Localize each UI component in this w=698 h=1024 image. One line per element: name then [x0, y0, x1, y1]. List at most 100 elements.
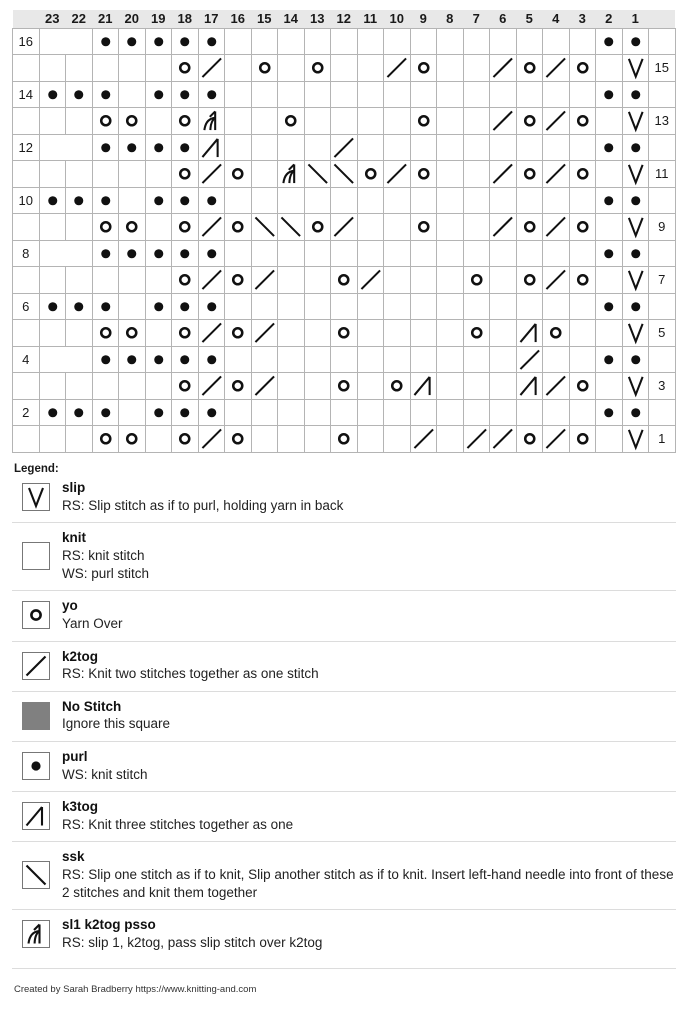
stitch-cell-yo-c13 — [303, 54, 331, 82]
stitch-cell-purl-c2 — [595, 80, 623, 108]
stitch-cell-purl-c2 — [595, 133, 623, 161]
stitch-cell-knit-c4 — [542, 292, 570, 320]
stitch-cell-purl-c23 — [38, 186, 66, 214]
legend-item-desc: RS: Knit two stitches together as one st… — [62, 666, 319, 682]
row-number-left — [12, 319, 40, 347]
stitch-cell-knit-c14 — [277, 27, 305, 55]
stitch-cell-knit-c7 — [462, 239, 490, 267]
row-number-right: 15 — [648, 54, 676, 82]
row-number-right: 1 — [648, 425, 676, 453]
stitch-cell-yo-c3 — [568, 213, 596, 241]
stitch-cell-yo-c3 — [568, 425, 596, 453]
stitch-cell-knit-c15 — [250, 239, 278, 267]
stitch-cell-knit-c14 — [277, 239, 305, 267]
stitch-cell-knit-c8 — [436, 213, 464, 241]
stitch-cell-yo-c5 — [515, 160, 543, 188]
chart-row: 11 — [12, 160, 676, 188]
row-number-right — [648, 80, 676, 108]
legend-item-name: knit — [62, 530, 87, 546]
stitch-cell-purl-c1 — [621, 345, 649, 373]
stitch-cell-knit-c11 — [356, 239, 384, 267]
chart-row: 8 Cast off 2 — [12, 239, 676, 267]
stitch-cell-purl-c18 — [171, 345, 199, 373]
stitch-cell-knit-c11 — [356, 27, 384, 55]
stitch-cell-knit-c16 — [224, 292, 252, 320]
stitch-cell-k2tog-c17 — [197, 213, 225, 241]
stitch-cell-purl-c21 — [91, 292, 119, 320]
stitch-cell-knit-c21 — [91, 160, 119, 188]
stitch-cell-slip-c1 — [621, 266, 649, 294]
stitch-cell-knit-c13 — [303, 425, 331, 453]
stitch-cell-k2tog-c17 — [197, 372, 225, 400]
stitch-cell-knit-c8 — [436, 160, 464, 188]
stitch-cell-knit-c15 — [250, 80, 278, 108]
cast-off-cell: Cast off 2 — [38, 133, 93, 161]
legend-item-name: No Stitch — [62, 698, 122, 714]
column-header-4: 4 — [542, 10, 569, 28]
stitch-cell-knit-c19 — [144, 107, 172, 135]
column-header-19: 19 — [145, 10, 172, 28]
stitch-cell-knit-c13 — [303, 292, 331, 320]
stitch-cell-knit-c11 — [356, 425, 384, 453]
stitch-cell-knit-c23 — [38, 372, 66, 400]
column-header-6: 6 — [489, 10, 516, 28]
no-stitch-cell-c6 — [489, 345, 517, 373]
no-stitch-cell-c14 — [277, 133, 305, 161]
stitch-cell-purl-c22 — [65, 80, 93, 108]
stitch-cell-purl-c22 — [65, 398, 93, 426]
column-header-17: 17 — [198, 10, 225, 28]
stitch-cell-knit-c15 — [250, 345, 278, 373]
no-stitch-cell-c6 — [489, 372, 517, 400]
stitch-cell-knit-c12 — [330, 186, 358, 214]
no-stitch-cell-c8 — [436, 319, 464, 347]
stitch-cell-knit-c9 — [409, 27, 437, 55]
column-header-13: 13 — [304, 10, 331, 28]
stitch-cell-knit-c3 — [568, 27, 596, 55]
no-stitch-cell-c6 — [489, 292, 517, 320]
row-number-right: 7 — [648, 266, 676, 294]
column-header-5: 5 — [516, 10, 543, 28]
stitch-cell-knit-c11 — [356, 107, 384, 135]
stitch-cell-knit-c2 — [595, 266, 623, 294]
chart-row: 15 — [12, 54, 676, 82]
stitch-cell-purl-c22 — [65, 186, 93, 214]
stitch-cell-knit-c23 — [38, 107, 66, 135]
stitch-cell-slip-c1 — [621, 372, 649, 400]
stitch-cell-knit-c2 — [595, 107, 623, 135]
row-number-right: 5 — [648, 319, 676, 347]
stitch-cell-knit-c5 — [515, 239, 543, 267]
row-number-left — [12, 107, 40, 135]
chart-row: 1 — [12, 425, 676, 453]
legend-item-desc: RS: slip 1, k2tog, pass slip stitch over… — [62, 935, 323, 951]
stitch-cell-knit-c2 — [595, 54, 623, 82]
legend-item-name: slip — [62, 480, 86, 495]
stitch-cell-knit-c13 — [303, 372, 331, 400]
stitch-cell-knit-c14 — [277, 345, 305, 373]
stitch-cell-knit-c14 — [277, 54, 305, 82]
legend-item-name: k3tog — [62, 798, 99, 814]
stitch-cell-purl-c17 — [197, 239, 225, 267]
stitch-cell-yo-c9 — [409, 213, 437, 241]
row-number-right: 11 — [648, 160, 676, 188]
stitch-cell-k3tog-c5 — [515, 372, 543, 400]
stitch-cell-yo-c18 — [171, 425, 199, 453]
stitch-cell-knit-c20 — [118, 186, 146, 214]
legend-rows: slip RS: Slip stitch as if to purl, holdi… — [12, 477, 676, 959]
stitch-cell-knit-c6 — [489, 27, 517, 55]
stitch-cell-knit-c8 — [436, 107, 464, 135]
stitch-cell-k2tog-c4 — [542, 425, 570, 453]
column-header-14: 14 — [277, 10, 304, 28]
stitch-cell-purl-c23 — [38, 80, 66, 108]
chart-row: 12 Cast off 2 — [12, 133, 676, 161]
stitch-cell-k2tog-c6 — [489, 54, 517, 82]
stitch-cell-knit-c5 — [515, 398, 543, 426]
stitch-cell-knit-c23 — [38, 54, 66, 82]
stitch-cell-yo-c5 — [515, 213, 543, 241]
stitch-cell-knit-c20 — [118, 266, 146, 294]
stitch-cell-yo-c16 — [224, 372, 252, 400]
stitch-cell-knit-c9 — [409, 345, 437, 373]
stitch-cell-knit-c13 — [303, 27, 331, 55]
stitch-cell-k2tog-c11 — [356, 266, 384, 294]
stitch-cell-knit-c19 — [144, 160, 172, 188]
chart-row: 10 — [12, 186, 676, 214]
